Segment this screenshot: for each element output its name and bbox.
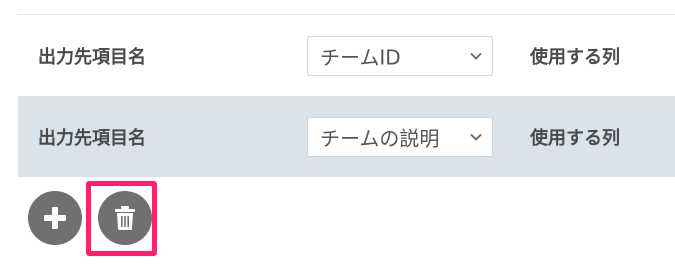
- chevron-down-icon: [470, 52, 482, 60]
- column-label: 使用する列: [530, 46, 620, 68]
- trash-icon: [115, 206, 135, 230]
- mapping-panel: 出力先項目名 チームID 使用する列 出力先項目名 チームの説明 使用する列: [18, 14, 675, 177]
- add-row-button[interactable]: [28, 191, 82, 245]
- mapping-row: 出力先項目名 チームの説明 使用する列: [18, 96, 675, 177]
- select-value: チームID: [320, 45, 401, 69]
- output-field-select[interactable]: チームID: [307, 35, 493, 76]
- select-value: チームの説明: [320, 126, 440, 150]
- output-field-label: 出力先項目名: [38, 46, 146, 68]
- plus-icon: [44, 207, 66, 229]
- delete-row-button[interactable]: [98, 191, 152, 245]
- mapping-row: 出力先項目名 チームID 使用する列: [18, 15, 675, 96]
- output-field-select[interactable]: チームの説明: [307, 116, 493, 157]
- column-label: 使用する列: [530, 127, 620, 149]
- chevron-down-icon: [470, 133, 482, 141]
- output-field-label: 出力先項目名: [38, 127, 146, 149]
